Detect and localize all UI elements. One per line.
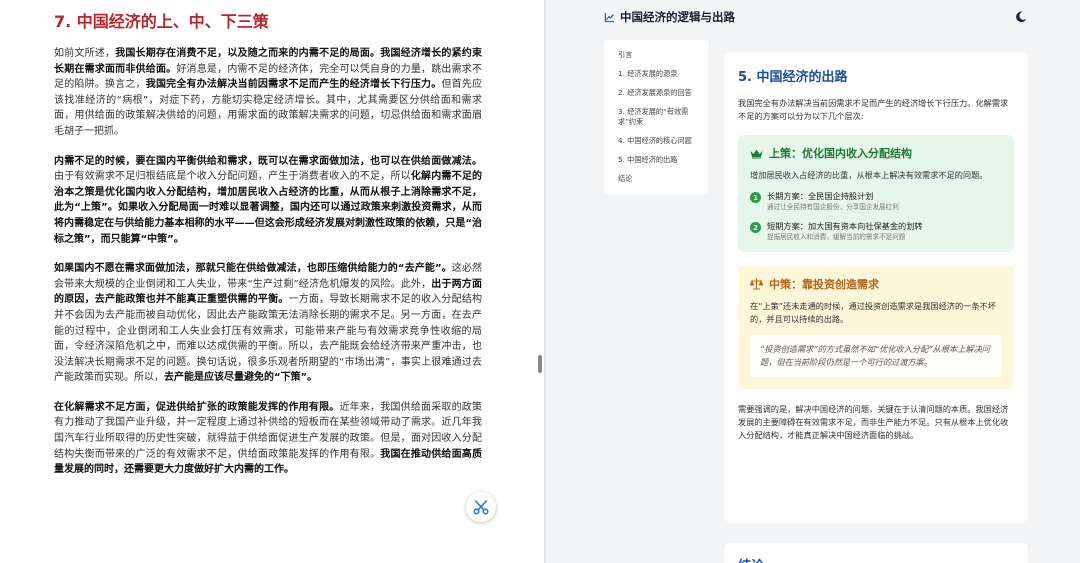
toc-item[interactable]: 3. 经济发展的“有效需求”约束 [618, 107, 702, 127]
plan-subtitle: 提振居民收入和消费，缓解当前的需求不足问题 [767, 233, 906, 241]
middle-strategy-title-row: 中策：靠投资创造需求 [750, 276, 1002, 292]
toc-item[interactable]: 引言 [618, 50, 702, 60]
plan-title: 短期方案：加大国有资本向社保基金的划转 [767, 221, 923, 231]
reader-pane[interactable]: 中国经济的逻辑与出路 引言 1. 经济发展的源泉 2. 经济发展源泉的回答 3. 经济… [546, 0, 1080, 563]
crown-icon [750, 149, 763, 158]
document-pane[interactable]: 7. 中国经济的上、中、下三策 如前文所述，我国长期存在消费不足，以及随之而来的… [0, 0, 540, 563]
scissors-tool-button[interactable] [466, 492, 496, 522]
emphasis-text: 如果国内不愿在需求面做加法，那就只能在供给做减法，也即压缩供给能力的“去产能”。 [54, 263, 452, 275]
scissors-icon [473, 500, 489, 515]
plan-item: 1 长期方案：全民国企持股计划 通过让全民持有国企股份，分享国企发展红利 [750, 191, 1002, 212]
body-text: 如前文所述， [54, 48, 116, 59]
document-body: 如前文所述，我国长期存在消费不足，以及随之而来的内需不足的局面。我国经济增长的紧… [54, 46, 482, 478]
app-title: 中国经济的逻辑与出路 [620, 10, 735, 24]
plan-number-badge: 2 [750, 222, 761, 233]
document-paragraph: 内需不足的时候，要在国内平衡供给和需求，既可以在需求面做加法，也可以在供给面做减… [54, 154, 482, 248]
body-text: 一方面，导致长期需求不足的收入分配结构并不会因为去产能而被自动优化，因此去产能政… [54, 294, 483, 384]
next-section-card: 结论 [724, 543, 1028, 563]
upper-strategy-card: 上策：优化国内收入分配结构 增加居民收入占经济的比重，从根本上解决有效需求不足的… [738, 135, 1014, 252]
body-text: 由于有效需求不足归根结底是个收入分配问题，产生于消费者收入的不足，所以 [54, 171, 411, 183]
toc-item[interactable]: 1. 经济发展的源泉 [618, 69, 702, 79]
emphasis-text: 我国完全有办法解决当前因需求不足而产生的经济增长下行压力。 [145, 79, 442, 91]
emphasis-text: 在化解需求不足方面，促进供给扩张的政策能发挥的作用有限。 [54, 401, 340, 413]
toc-item[interactable]: 4. 中国经济的核心问题 [618, 136, 702, 146]
document-paragraph: 在化解需求不足方面，促进供给扩张的政策能发挥的作用有限。近年来，我国供给面采取的… [54, 400, 482, 478]
middle-strategy-desc: 在“上策”还未走通的时候，通过投资创造需求是我国经济的一条不坏的，并且可以持续的… [750, 301, 996, 324]
plan-item: 2 短期方案：加大国有资本向社保基金的划转 提振居民收入和消费，缓解当前的需求不… [750, 221, 1002, 242]
plan-subtitle: 通过让全民持有国企股份，分享国企发展红利 [767, 203, 899, 211]
toc-item[interactable]: 5. 中国经济的出路 [618, 155, 702, 165]
section-title: 5. 中国经济的出路 [738, 70, 848, 85]
plan-number-badge: 1 [750, 192, 761, 203]
plan-title: 长期方案：全民国企持股计划 [767, 191, 874, 201]
section-card: 5. 中国经济的出路 我国完全有办法解决当前因需求不足而产生的经济增长下行压力。… [724, 52, 1028, 522]
middle-strategy-quote: “投资创造需求”的方式虽然不如“优化收入分配”从根本上解决问题，但在当前阶段仍然… [750, 335, 1002, 377]
middle-strategy-title: 中策：靠投资创造需求 [769, 278, 879, 291]
upper-strategy-title-row: 上策：优化国内收入分配结构 [750, 145, 1002, 161]
document-paragraph: 如前文所述，我国长期存在消费不足，以及随之而来的内需不足的局面。我国经济增长的紧… [54, 46, 482, 140]
toc-item[interactable]: 2. 经济发展源泉的回答 [618, 88, 702, 98]
document-heading: 7. 中国经济的上、中、下三策 [54, 12, 269, 31]
scale-icon [750, 278, 763, 290]
moon-icon[interactable] [1014, 10, 1028, 24]
line-chart-icon [604, 12, 615, 22]
emphasis-text: 化解内需不足的治本之策是优化国内收入分配结构，增加居民收入占经济的比重，从而从根… [54, 171, 483, 245]
reader-header: 中国经济的逻辑与出路 [546, 0, 1080, 34]
resize-handle[interactable] [538, 355, 542, 373]
toc-item[interactable]: 结论 [618, 174, 702, 184]
emphasis-text: 内需不足的时候，要在国内平衡供给和需求，既可以在需求面做加法，也可以在供给面做减… [54, 155, 482, 167]
section-intro: 我国完全有办法解决当前因需求不足而产生的经济增长下行压力。化解需求不足的方案可以… [738, 98, 1009, 121]
next-section-title: 结论 [738, 555, 1014, 563]
upper-strategy-title: 上策：优化国内收入分配结构 [769, 147, 912, 160]
table-of-contents: 引言 1. 经济发展的源泉 2. 经济发展源泉的回答 3. 经济发展的“有效需求”约束… [604, 40, 708, 194]
section-closing: 需要强调的是，解决中国经济的问题，关键在于认清问题的本质。我国经济发展的主要障碍… [738, 404, 1009, 440]
document-paragraph: 如果国内不愿在需求面做加法，那就只能在供给做减法，也即压缩供给能力的“去产能”。… [54, 261, 482, 386]
middle-strategy-card: 中策：靠投资创造需求 在“上策”还未走通的时候，通过投资创造需求是我国经济的一条… [738, 266, 1014, 389]
app-title-group: 中国经济的逻辑与出路 [604, 9, 735, 25]
emphasis-text: 去产能是应该尽量避免的“下策”。 [164, 372, 318, 384]
upper-strategy-desc: 增加居民收入占经济的比重，从根本上解决有效需求不足的问题。 [750, 170, 988, 180]
